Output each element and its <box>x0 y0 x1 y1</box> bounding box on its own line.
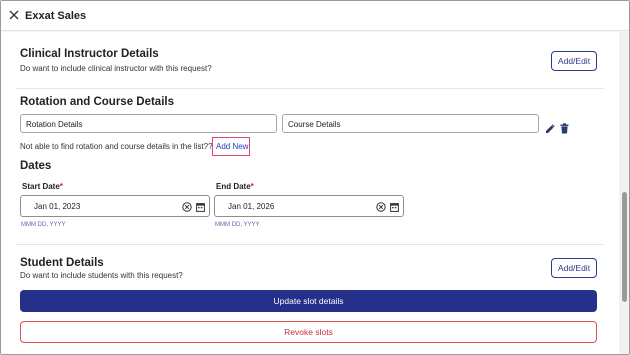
end-date-value: Jan 01, 2026 <box>228 202 275 211</box>
clinical-instructor-add-edit-button[interactable]: Add/Edit <box>551 51 597 71</box>
rotation-details-input[interactable]: Rotation Details <box>20 114 277 133</box>
section-divider <box>16 244 604 245</box>
scrollbar-thumb[interactable] <box>622 192 627 302</box>
calendar-icon[interactable] <box>196 202 205 212</box>
student-add-edit-button[interactable]: Add/Edit <box>551 258 597 278</box>
scrollbar[interactable] <box>620 32 629 354</box>
revoke-slots-button[interactable]: Revoke slots <box>20 321 597 343</box>
clear-icon[interactable] <box>376 202 386 212</box>
update-slot-details-button[interactable]: Update slot details <box>20 290 597 312</box>
title-bar: Exxat Sales <box>1 1 629 31</box>
add-new-link[interactable]: Add New <box>216 142 248 151</box>
calendar-icon[interactable] <box>390 202 399 212</box>
course-details-input[interactable]: Course Details <box>282 114 539 133</box>
rotation-course-title: Rotation and Course Details <box>20 96 174 108</box>
modal-window: Exxat Sales Clinical Instructor Details … <box>0 0 630 355</box>
rotation-not-found-text: Not able to find rotation and course det… <box>20 142 213 151</box>
start-date-label: Start Date* <box>22 182 63 191</box>
required-marker: * <box>250 182 254 191</box>
student-details-title: Student Details <box>20 257 104 269</box>
start-date-input[interactable]: Jan 01, 2023 <box>20 195 210 217</box>
start-date-format-hint: MMM DD, YYYY <box>21 222 66 228</box>
close-icon[interactable] <box>7 8 21 22</box>
add-new-highlight: Add New <box>212 137 250 156</box>
end-date-label: End Date* <box>216 182 254 191</box>
section-divider <box>16 88 604 89</box>
start-date-value: Jan 01, 2023 <box>34 202 81 211</box>
form-panel: Clinical Instructor Details Do want to i… <box>1 32 619 354</box>
clear-icon[interactable] <box>182 202 192 212</box>
dates-title: Dates <box>20 160 52 172</box>
student-details-subtitle: Do want to include students with this re… <box>20 271 183 280</box>
clinical-instructor-title: Clinical Instructor Details <box>20 48 159 60</box>
pencil-icon[interactable] <box>545 124 555 134</box>
end-date-format-hint: MMM DD, YYYY <box>215 222 260 228</box>
app-title: Exxat Sales <box>25 10 87 22</box>
required-marker: * <box>59 182 63 191</box>
clinical-instructor-subtitle: Do want to include clinical instructor w… <box>20 64 212 73</box>
end-date-input[interactable]: Jan 01, 2026 <box>214 195 404 217</box>
trash-icon[interactable] <box>560 123 569 134</box>
